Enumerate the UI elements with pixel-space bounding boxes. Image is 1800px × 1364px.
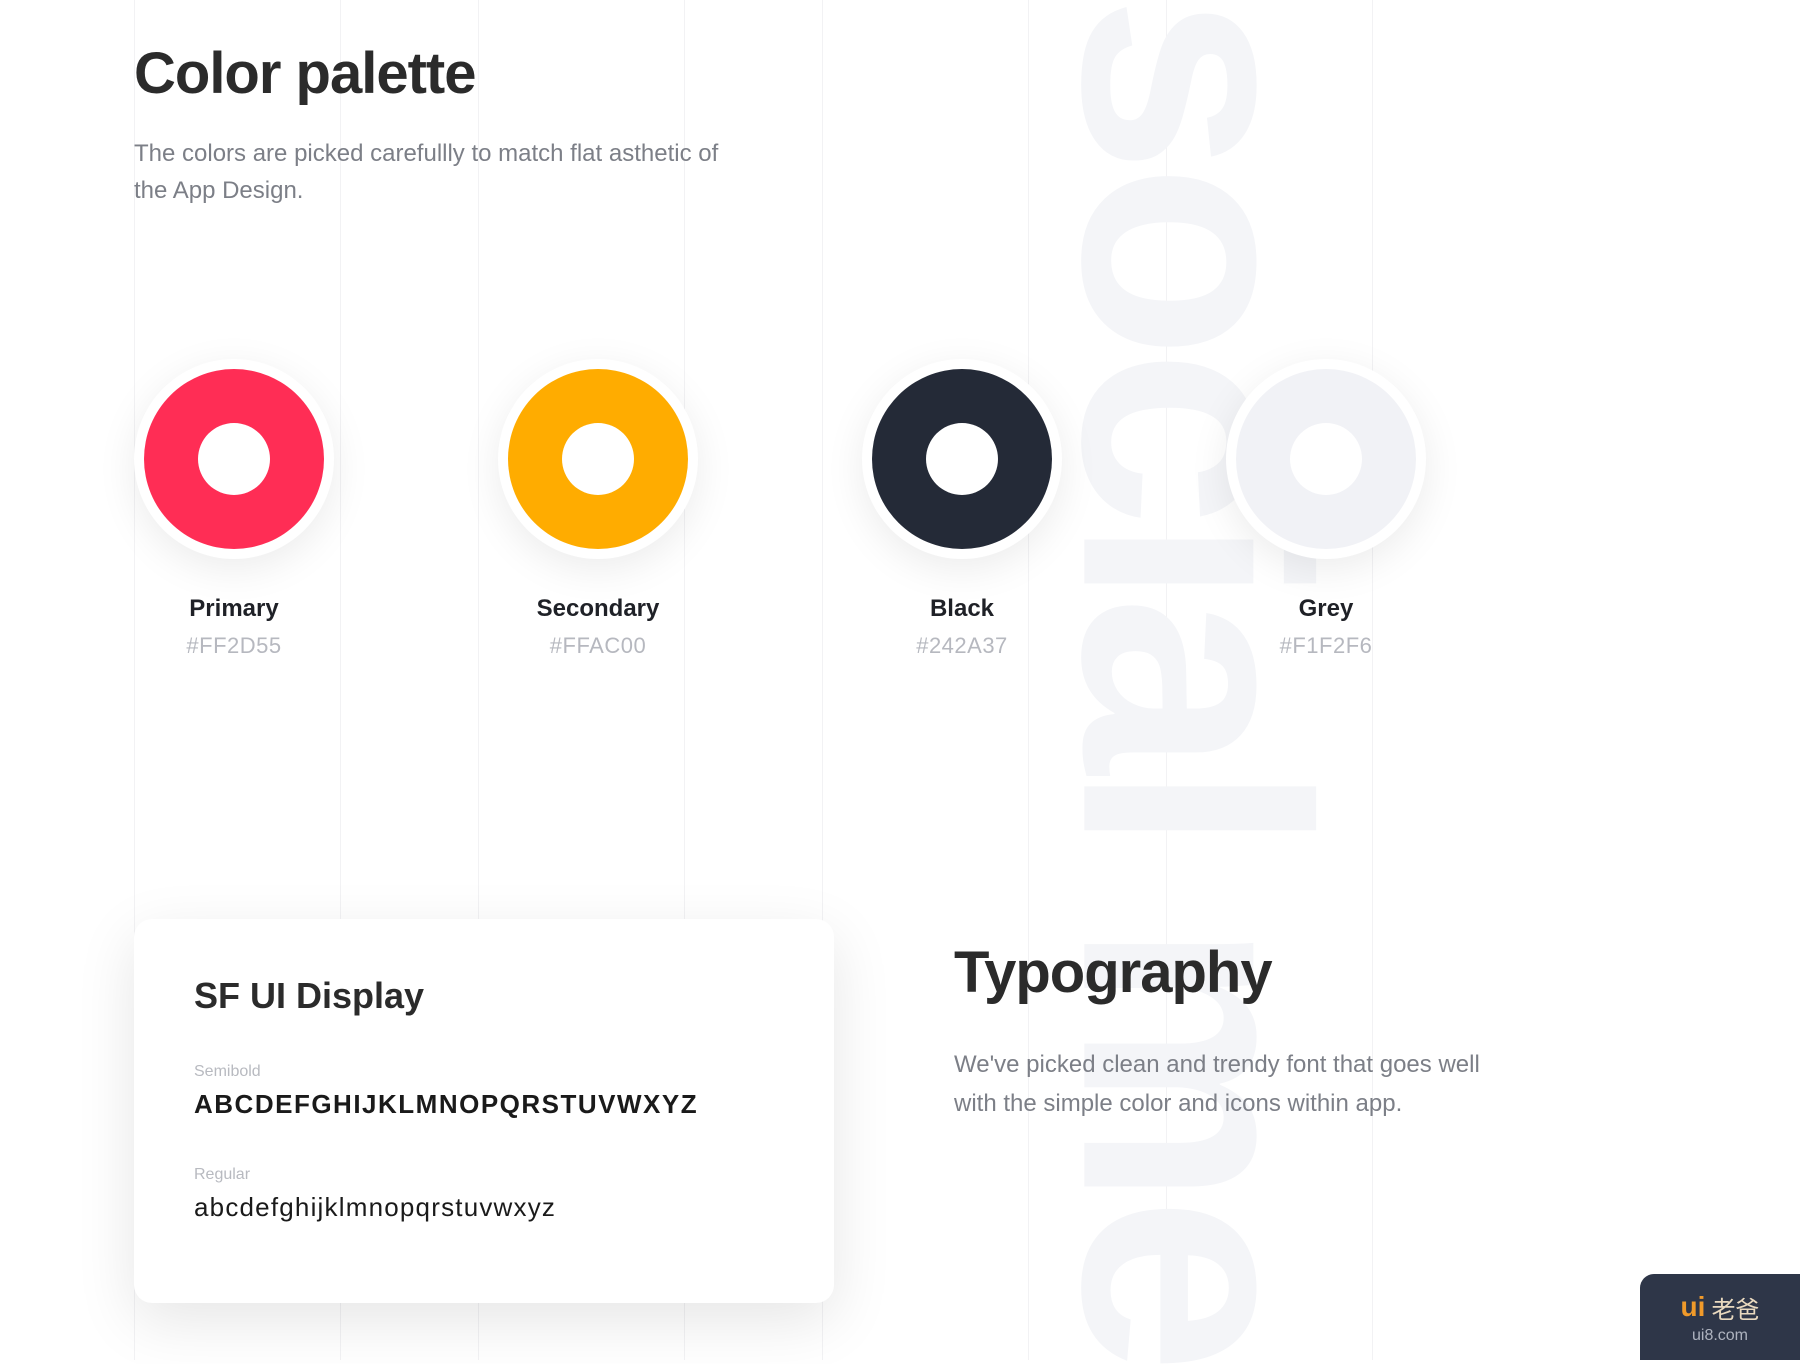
swatch-grey: Grey #F1F2F6	[1226, 359, 1426, 659]
swatch-hex: #F1F2F6	[1280, 633, 1373, 659]
swatch-name: Black	[930, 595, 994, 623]
weight-label: Semibold	[194, 1063, 774, 1081]
weight-block-regular: Regular abcdefghijklmnopqrstuvwxyz	[194, 1166, 774, 1223]
color-ring-icon	[872, 369, 1052, 549]
ring-hole	[926, 423, 998, 495]
swatch-secondary: Secondary #FFAC00	[498, 359, 698, 659]
palette-swatches: Primary #FF2D55 Secondary #FFAC00 Black …	[134, 359, 1666, 659]
watermark-brand: ui	[1681, 1291, 1706, 1323]
ring-hole	[562, 423, 634, 495]
palette-description: The colors are picked carefullly to matc…	[134, 135, 724, 209]
typography-card: SF UI Display Semibold ABCDEFGHIJKLMNOPQ…	[134, 919, 834, 1303]
watermark-cn: 老爸	[1711, 1290, 1759, 1325]
typography-section: Typography We've picked clean and trendy…	[954, 919, 1666, 1123]
ring-hole	[198, 423, 270, 495]
font-name: SF UI Display	[194, 975, 774, 1017]
swatch-ring-wrap	[862, 359, 1062, 559]
swatch-ring-wrap	[1226, 359, 1426, 559]
watermark-badge: ui 老爸 ui8.com	[1640, 1274, 1800, 1360]
swatch-black: Black #242A37	[862, 359, 1062, 659]
color-ring-icon	[144, 369, 324, 549]
swatch-primary: Primary #FF2D55	[134, 359, 334, 659]
typography-title: Typography	[954, 939, 1666, 1006]
color-ring-icon	[1236, 369, 1416, 549]
swatch-name: Secondary	[537, 595, 660, 623]
swatch-name: Grey	[1299, 595, 1354, 623]
typography-description: We've picked clean and trendy font that …	[954, 1046, 1514, 1123]
swatch-hex: #FF2D55	[186, 633, 281, 659]
swatch-hex: #FFAC00	[550, 633, 646, 659]
weight-block-semibold: Semibold ABCDEFGHIJKLMNOPQRSTUVWXYZ	[194, 1063, 774, 1120]
swatch-name: Primary	[189, 595, 278, 623]
palette-title: Color palette	[134, 40, 1666, 107]
color-ring-icon	[508, 369, 688, 549]
swatch-hex: #242A37	[916, 633, 1008, 659]
swatch-ring-wrap	[134, 359, 334, 559]
watermark-brand-row: ui 老爸	[1681, 1290, 1760, 1325]
ring-hole	[1290, 423, 1362, 495]
weight-sample: ABCDEFGHIJKLMNOPQRSTUVWXYZ	[194, 1089, 774, 1120]
watermark-url: ui8.com	[1692, 1327, 1748, 1345]
weight-label: Regular	[194, 1166, 774, 1184]
weight-sample: abcdefghijklmnopqrstuvwxyz	[194, 1192, 774, 1223]
swatch-ring-wrap	[498, 359, 698, 559]
